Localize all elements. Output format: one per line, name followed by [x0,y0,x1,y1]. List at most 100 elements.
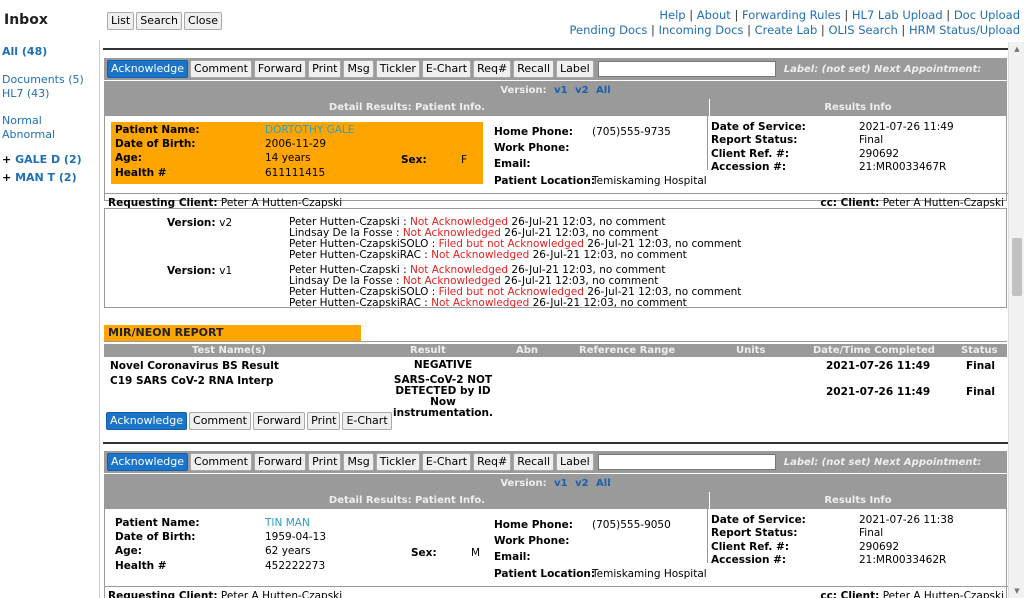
comment-button[interactable]: Comment [190,453,252,471]
echart-button[interactable]: E-Chart [421,453,472,471]
version-v1-link[interactable]: v1 [554,85,567,96]
print-button[interactable]: Print [307,412,341,430]
forwarding-rules-link[interactable]: Forwarding Rules [742,8,841,22]
recall-button[interactable]: Recall [513,453,555,471]
tickler-button[interactable]: Tickler [375,453,420,471]
msg-button[interactable]: Msg [343,60,374,78]
echart-button[interactable]: E-Chart [342,412,392,430]
email-label: Email: [494,158,531,170]
label-note: Label: (not set) Next Appointment: [783,63,982,75]
sidebar-patient-gale-link[interactable]: GALE D (2) [15,153,82,166]
hrm-status-upload-link[interactable]: HRM Status/Upload [909,23,1020,37]
sidebar-item-abnormal[interactable]: Abnormal [2,128,55,141]
patient-name-link[interactable]: DORTOTHY GALE [265,124,354,136]
sidebar-item-all[interactable]: All (48) [2,45,47,58]
forward-button[interactable]: Forward [253,60,307,78]
acknowledge-button[interactable]: Acknowledge [107,60,189,78]
version-label: Version: [500,85,547,96]
label-button[interactable]: Label [556,60,594,78]
top-links: Help | About | Forwarding Rules | HL7 La… [570,8,1020,38]
version-all-link[interactable]: All [596,478,611,489]
version-v2-link[interactable]: v2 [575,85,588,96]
version-row: Version: v1 v2 All [105,475,1006,492]
incoming-docs-link[interactable]: Incoming Docs [659,23,744,37]
sidebar-item-hl7[interactable]: HL7 (43) [2,87,49,100]
report-status-label: Report Status: [711,134,798,146]
tickler-button[interactable]: Tickler [375,60,420,78]
sidebar-patient-gale[interactable]: + GALE D (2) [2,153,82,166]
detail-results-header: Detail Results: Patient Info. [105,492,709,509]
sex-label: Sex: [411,547,437,559]
scroll-down-arrow-icon[interactable]: ▼ [1009,584,1024,598]
forward-button[interactable]: Forward [252,412,306,430]
test-status: Final [966,386,995,398]
about-link[interactable]: About [697,8,731,22]
search-button[interactable]: Search [136,12,183,30]
patient-location-value: Temiskaming Hospital [592,175,707,187]
requesting-client-label: Requesting Client: [108,590,218,598]
echart-button[interactable]: E-Chart [421,60,472,78]
expand-plus-icon[interactable]: + [2,171,11,184]
print-button[interactable]: Print [308,453,342,471]
acknowledge-button[interactable]: Acknowledge [106,412,188,430]
sidebar-item-normal[interactable]: Normal [2,114,42,127]
version-row: Version: v1 v2 All [105,82,1006,99]
label-input[interactable] [597,61,776,77]
patient-location-label: Patient Location: [494,568,596,580]
label-input[interactable] [597,454,776,470]
client-ref-value: 290692 [859,148,900,160]
version-all-link[interactable]: All [596,85,611,96]
top-links-row-1: Help | About | Forwarding Rules | HL7 La… [659,8,1020,22]
report-status-value: Final [859,527,884,539]
acknowledge-button[interactable]: Acknowledge [107,453,189,471]
results-info-header: Results Info [710,99,1006,116]
accession-value: 21:MR0033467R [859,161,947,173]
hl7-lab-upload-link[interactable]: HL7 Lab Upload [852,8,943,22]
version-v2-link[interactable]: v2 [575,478,588,489]
scroll-up-arrow-icon[interactable]: ▲ [1009,42,1024,56]
result-row: Novel Coronavirus BS Result NEGATIVE 202… [104,360,1007,374]
work-phone-label: Work Phone: [494,535,570,547]
sidebar-patient-man[interactable]: + MAN T (2) [2,171,77,184]
recall-button[interactable]: Recall [513,60,555,78]
health-label: Health # [115,560,167,572]
msg-button[interactable]: Msg [343,453,374,471]
close-button[interactable]: Close [184,12,222,30]
sidebar-item-documents[interactable]: Documents (5) [2,73,84,86]
dob-label: Date of Birth: [115,531,196,543]
help-link[interactable]: Help [659,8,685,22]
lab-action-toolbar: Acknowledge Comment Forward Print Msg Ti… [104,58,1007,80]
list-button[interactable]: List [107,12,135,30]
dob-value: 1959-04-13 [265,531,327,543]
scrollbar-thumb[interactable] [1012,238,1022,296]
comment-button[interactable]: Comment [189,412,251,430]
version-v1-link[interactable]: v1 [554,478,567,489]
version-v2-history-label: Version: v2 [167,217,233,229]
req-button[interactable]: Req# [473,60,512,78]
olis-search-link[interactable]: OLIS Search [828,23,897,37]
expand-plus-icon[interactable]: + [2,153,11,166]
print-button[interactable]: Print [308,60,342,78]
patient-name-link[interactable]: TIN MAN [265,517,310,529]
vertical-scrollbar[interactable]: ▲ ▼ [1008,42,1024,598]
patient-name-label: Patient Name: [115,124,200,136]
health-value: 611111415 [265,167,326,179]
patient-location-value: Temiskaming Hospital [592,568,707,580]
date-of-service-label: Date of Service: [711,514,806,526]
req-button[interactable]: Req# [473,453,512,471]
col-reference-range: Reference Range [579,345,676,356]
home-phone-value: (705)555-9735 [592,126,671,138]
comment-button[interactable]: Comment [190,60,252,78]
forward-button[interactable]: Forward [253,453,307,471]
date-of-service-value: 2021-07-26 11:49 [859,121,954,133]
label-note: Label: (not set) Next Appointment: [783,456,982,468]
doc-upload-link[interactable]: Doc Upload [954,8,1020,22]
date-of-service-value: 2021-07-26 11:38 [859,514,954,526]
create-lab-link[interactable]: Create Lab [755,23,818,37]
pending-docs-link[interactable]: Pending Docs [570,23,648,37]
patient-location-label: Patient Location: [494,175,596,187]
column-separator [707,509,708,563]
sidebar-patient-man-link[interactable]: MAN T (2) [15,171,77,184]
client-ref-label: Client Ref. #: [711,148,790,160]
label-button[interactable]: Label [556,453,594,471]
